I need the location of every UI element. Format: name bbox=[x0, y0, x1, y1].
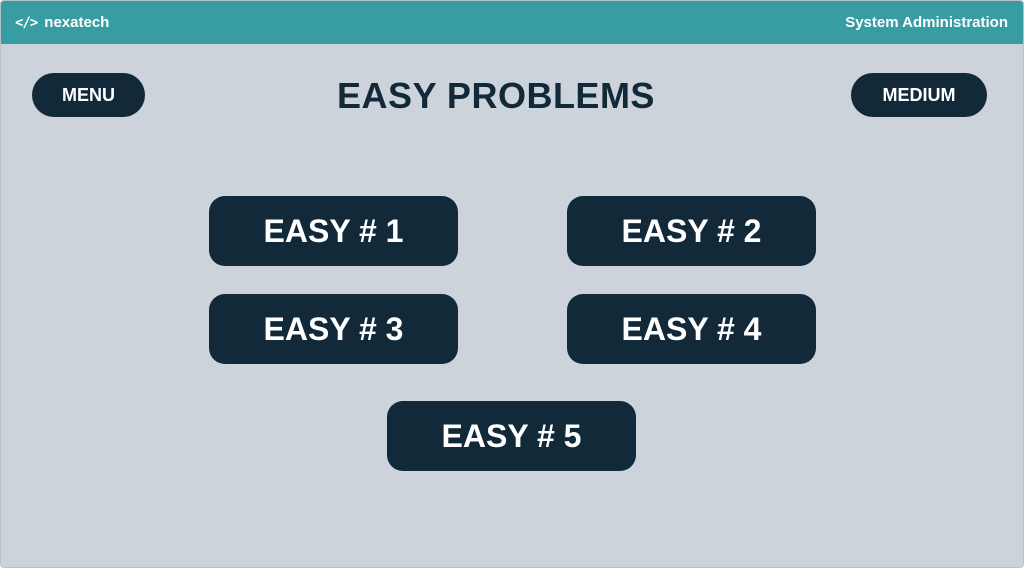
brand[interactable]: </> nexatech bbox=[15, 14, 109, 31]
easy-problem-3-button[interactable]: EASY # 3 bbox=[209, 294, 458, 364]
easy-problem-2-button[interactable]: EASY # 2 bbox=[567, 196, 816, 266]
page-title: EASY PROBLEMS bbox=[337, 75, 655, 116]
code-icon: </> bbox=[15, 14, 38, 31]
easy-problem-1-button[interactable]: EASY # 1 bbox=[209, 196, 458, 266]
top-bar: </> nexatech System Administration bbox=[1, 1, 1023, 44]
app-window: </> nexatech System Administration MENU … bbox=[0, 0, 1024, 568]
medium-button[interactable]: MEDIUM bbox=[851, 73, 987, 117]
easy-problem-4-button[interactable]: EASY # 4 bbox=[567, 294, 816, 364]
brand-name: nexatech bbox=[44, 14, 110, 31]
easy-problem-5-button[interactable]: EASY # 5 bbox=[387, 401, 636, 471]
section-title: System Administration bbox=[845, 14, 1008, 31]
